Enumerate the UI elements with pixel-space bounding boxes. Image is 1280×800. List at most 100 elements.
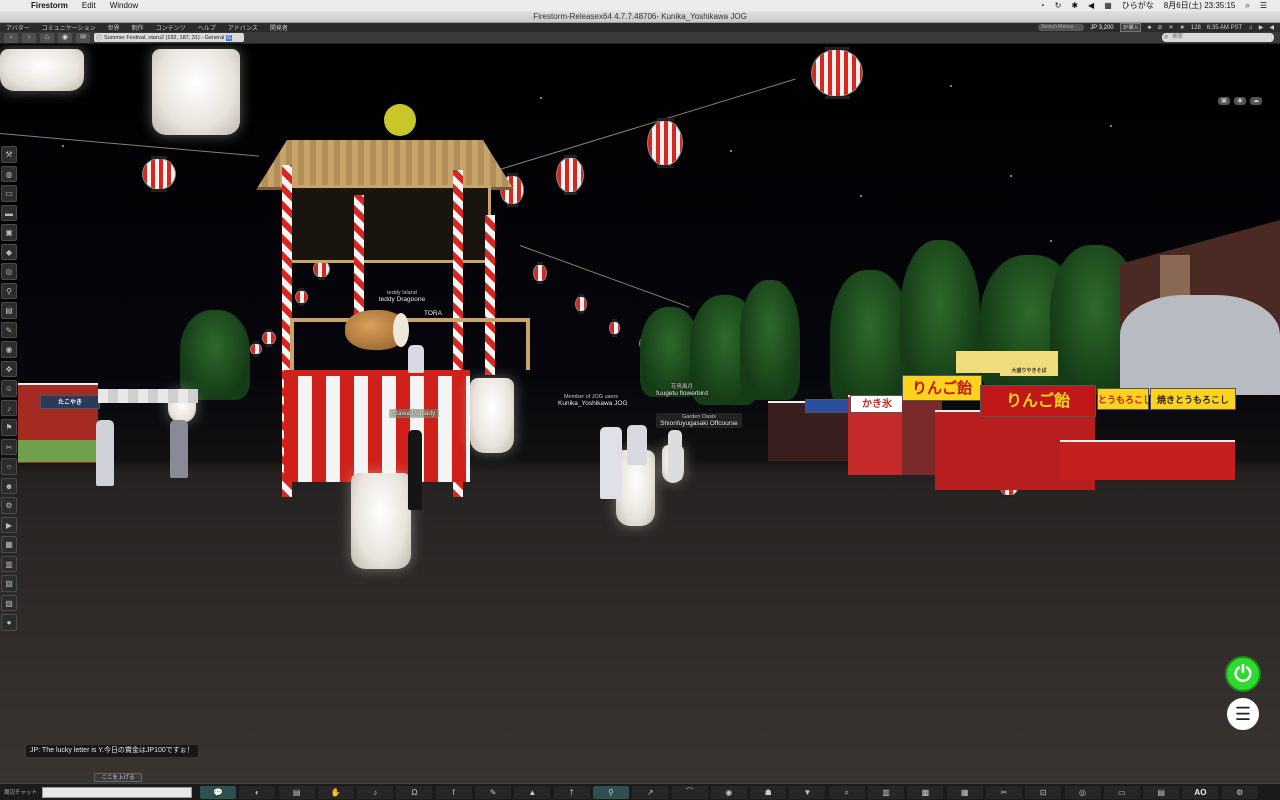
- bag-icon[interactable]: ▥: [1, 555, 17, 572]
- search-icon[interactable]: ⌕: [828, 785, 865, 799]
- bubble-icon[interactable]: ○: [1, 458, 17, 475]
- avatar-dancer[interactable]: [408, 430, 422, 510]
- conversations-icon[interactable]: ◐: [239, 785, 276, 799]
- radar-icon[interactable]: ◎: [1064, 785, 1101, 799]
- avatar-kunika[interactable]: [600, 427, 622, 499]
- move-icon[interactable]: ✥: [1, 360, 17, 377]
- search-menus-input[interactable]: Search Menus: [1038, 24, 1085, 31]
- landmark-button[interactable]: ◉: [58, 32, 72, 43]
- store-icon[interactable]: ▨: [1, 594, 17, 611]
- facebook-icon[interactable]: f: [435, 785, 472, 799]
- landmark-icon[interactable]: ▤: [1, 302, 17, 319]
- gear-icon[interactable]: ⚙: [1, 497, 17, 514]
- camera-icon[interactable]: ▣: [1218, 97, 1230, 105]
- teleport-history-button[interactable]: ✉: [76, 32, 90, 43]
- tools-icon[interactable]: ✂: [1, 438, 17, 455]
- star-icon[interactable]: ★: [1179, 24, 1184, 31]
- menu-develop[interactable]: 開発者: [264, 23, 294, 32]
- volume-icon[interactable]: ◀: [1083, 1, 1099, 10]
- appearance-icon[interactable]: ☗: [750, 785, 787, 799]
- book-icon[interactable]: ▧: [1, 575, 17, 592]
- music-icon[interactable]: ♫: [1248, 25, 1253, 31]
- back-button[interactable]: ‹: [4, 32, 18, 43]
- walk-icon[interactable]: ⚑: [1, 419, 17, 436]
- fly-icon[interactable]: ⁀: [671, 785, 708, 799]
- time-machine-icon[interactable]: ↻: [1050, 1, 1067, 10]
- compass-icon[interactable]: ◎: [1, 263, 17, 280]
- avatar-left[interactable]: [96, 420, 114, 486]
- nearby-voice-icon[interactable]: ▤: [278, 785, 315, 799]
- info-icon[interactable]: ⓘ: [96, 33, 102, 42]
- wrench-icon[interactable]: ⚒: [1, 146, 17, 163]
- menubar-clock[interactable]: 8月6日(土) 23:35:15: [1159, 0, 1241, 11]
- settings-icon[interactable]: ⚙: [1221, 785, 1258, 799]
- gesture-icon[interactable]: ✋: [317, 785, 354, 799]
- menu-edit[interactable]: Edit: [75, 1, 103, 10]
- search-input[interactable]: 検索: [1162, 32, 1274, 42]
- view-icon[interactable]: ◉: [710, 785, 747, 799]
- snapshot-icon[interactable]: ⊡: [1025, 785, 1062, 799]
- chat-icon[interactable]: ▭: [1, 185, 17, 202]
- avatar-left-2[interactable]: [170, 420, 188, 478]
- walk-icon[interactable]: ⚲: [592, 785, 629, 799]
- menu-window[interactable]: Window: [103, 1, 145, 10]
- pin-icon[interactable]: ⚲: [1, 282, 17, 299]
- shirt-icon[interactable]: ▼: [789, 785, 826, 799]
- cloud-icon[interactable]: ☁: [1250, 97, 1262, 105]
- sound-icon[interactable]: ♪: [1, 399, 17, 416]
- home-button[interactable]: ⌂: [40, 32, 54, 43]
- menu-avatar[interactable]: アバター: [0, 23, 36, 32]
- media-icon[interactable]: ▶: [1259, 24, 1264, 31]
- buy-currency-button[interactable]: JP購入: [1119, 23, 1142, 32]
- forward-button[interactable]: ›: [22, 32, 36, 43]
- location-field[interactable]: ⓘ Summer Festival, otaru2 (192, 187, 31)…: [94, 33, 244, 42]
- build-icon[interactable]: ✎: [1, 321, 17, 338]
- lock-icon[interactable]: ▲: [514, 785, 551, 799]
- health-icon[interactable]: ♣: [1147, 25, 1151, 31]
- no-push-icon[interactable]: ⊘: [1157, 24, 1162, 31]
- menu-list-icon[interactable]: ☰: [1225, 696, 1261, 732]
- tag-icon[interactable]: ◆: [1, 243, 17, 260]
- spotlight-icon[interactable]: ⌕: [1240, 1, 1254, 11]
- bluetooth-icon[interactable]: ✱: [1066, 1, 1083, 10]
- headset-icon[interactable]: Ω: [396, 785, 433, 799]
- balance[interactable]: JP 3,200: [1090, 25, 1114, 31]
- menu-advanced[interactable]: アドバンス: [222, 23, 264, 32]
- avatar-fuugetu[interactable]: [627, 425, 647, 465]
- camera-icon[interactable]: ◉: [1, 341, 17, 358]
- volume-slider-icon[interactable]: ◀: [1269, 24, 1274, 31]
- map-icon[interactable]: ▥: [868, 785, 905, 799]
- group-icon[interactable]: ☻: [1, 477, 17, 494]
- inventory-icon[interactable]: ▤: [1143, 785, 1180, 799]
- chat-input[interactable]: [42, 786, 192, 798]
- avatar-garden[interactable]: [668, 430, 682, 480]
- globe-icon[interactable]: ◍: [1, 165, 17, 182]
- chat-expand-button[interactable]: ここを上げる: [94, 773, 142, 782]
- world-viewport[interactable]: たこやき ﻿ かき氷 りんご飴 りんご飴 大盛りやきそば とうもろこし 焼きとう…: [0, 45, 1280, 783]
- minimap-icon[interactable]: ▩: [907, 785, 944, 799]
- menu-communication[interactable]: コミュニケーション: [36, 23, 102, 32]
- profile-icon[interactable]: ▣: [1, 224, 17, 241]
- menu-build[interactable]: 制作: [126, 23, 150, 32]
- notification-center-icon[interactable]: ☰: [1255, 1, 1272, 10]
- world-map-icon[interactable]: ▦: [946, 785, 983, 799]
- microphone-icon[interactable]: ♪: [357, 785, 394, 799]
- avatar-teddy[interactable]: [408, 345, 424, 373]
- menu-content[interactable]: コンテンツ: [150, 23, 192, 32]
- chat-button[interactable]: 💬: [200, 785, 236, 799]
- input-method[interactable]: ひらがな: [1117, 0, 1159, 11]
- avatar-icon[interactable]: ●: [1, 614, 17, 631]
- photo-icon[interactable]: ▭: [1103, 785, 1140, 799]
- build-icon[interactable]: ✂: [985, 785, 1022, 799]
- no-build-icon[interactable]: ✕: [1168, 24, 1173, 31]
- flag-icon[interactable]: ▦: [1099, 1, 1117, 10]
- menu-world[interactable]: 世界: [102, 23, 126, 32]
- people-icon[interactable]: ☺: [1, 380, 17, 397]
- box-icon[interactable]: ▦: [1, 536, 17, 553]
- film-icon[interactable]: ▶: [1, 516, 17, 533]
- run-icon[interactable]: ↗: [632, 785, 669, 799]
- wifi-icon[interactable]: ◔: [1035, 1, 1050, 10]
- power-icon[interactable]: ⏻: [1225, 656, 1261, 692]
- eye-icon[interactable]: ◉: [1234, 97, 1246, 105]
- paint-icon[interactable]: ✎: [475, 785, 512, 799]
